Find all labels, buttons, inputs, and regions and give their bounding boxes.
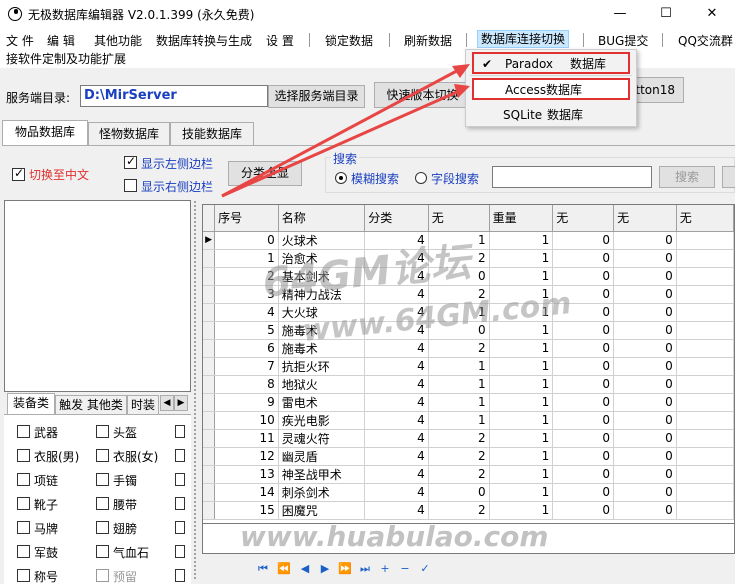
- arrow-line: [221, 64, 467, 198]
- arrow-head-2: [454, 84, 470, 98]
- annotation-arrow: [221, 64, 470, 198]
- arrow-line-2: [221, 86, 467, 198]
